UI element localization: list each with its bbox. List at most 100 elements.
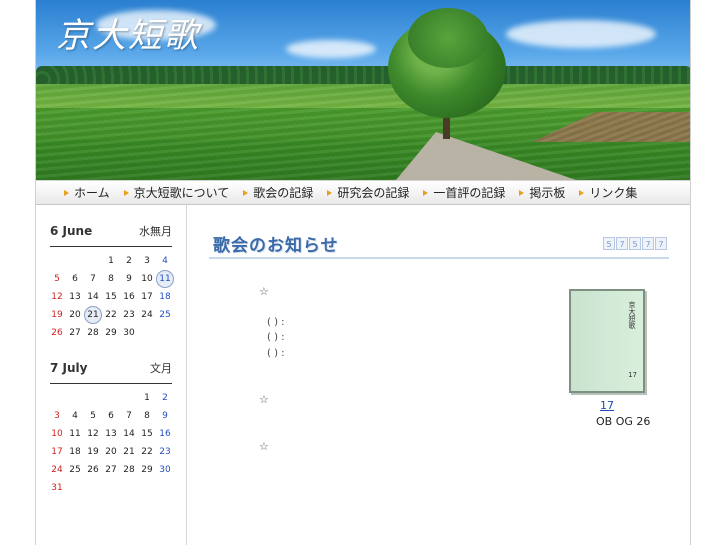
calendar-day[interactable]: 22 — [102, 306, 120, 324]
journal-cover-image[interactable]: 京大短歌 17 — [569, 289, 645, 393]
nav-item-study-records[interactable]: 研究会の記録 — [327, 184, 409, 201]
calendar-day[interactable]: 20 — [66, 306, 84, 324]
nav-item-home[interactable]: ホーム — [64, 184, 110, 201]
calendar-day[interactable]: 20 — [102, 443, 120, 461]
calendar-day[interactable]: 12 — [84, 425, 102, 443]
calendar-day[interactable]: 15 — [138, 425, 156, 443]
cloud — [506, 20, 656, 48]
nav-item-bbs[interactable]: 掲示板 — [519, 184, 565, 201]
calendar-day[interactable]: 14 — [84, 288, 102, 306]
calendar-day[interactable]: 22 — [138, 443, 156, 461]
month-name: 7 July — [50, 361, 88, 375]
calendar-day[interactable]: 10 — [138, 270, 156, 288]
calendar-day[interactable]: 28 — [84, 324, 102, 342]
nav-item-label: 研究会の記録 — [337, 186, 410, 200]
calendar-day[interactable]: 1 — [102, 252, 120, 270]
calendar-day[interactable]: 29 — [138, 461, 156, 479]
calendar-day[interactable]: 7 — [120, 407, 138, 425]
calendar-day[interactable]: 15 — [102, 288, 120, 306]
nav-item-utakai-records[interactable]: 歌会の記録 — [243, 184, 313, 201]
calendar-day[interactable]: 25 — [66, 461, 84, 479]
calendar-empty-cell — [138, 479, 156, 497]
nav-item-label: リンク集 — [589, 186, 638, 200]
deco-digit: 5 — [603, 237, 615, 250]
calendar-day[interactable]: 4 — [66, 407, 84, 425]
calendar-day[interactable]: 6 — [66, 270, 84, 288]
calendar-header: 6 June 水無月 — [50, 205, 172, 247]
info-line: ( ) : — [267, 348, 285, 359]
calendar-day[interactable]: 5 — [84, 407, 102, 425]
nav-item-about[interactable]: 京大短歌について — [123, 184, 230, 201]
calendar-day[interactable]: 24 — [138, 306, 156, 324]
calendar-day[interactable]: 18 — [156, 288, 174, 306]
calendar-empty-cell — [66, 389, 84, 407]
calendar-empty-cell — [156, 324, 174, 342]
calendar-empty-cell — [84, 389, 102, 407]
calendar-day[interactable]: 9 — [156, 407, 174, 425]
calendar-day[interactable]: 18 — [66, 443, 84, 461]
calendar-day[interactable]: 4 — [156, 252, 174, 270]
arrow-right-icon — [123, 189, 129, 196]
page-title-bar: 歌会のお知らせ 5 7 5 7 7 — [209, 227, 669, 259]
journal-issue-number: 17 — [628, 371, 637, 379]
nav-item-links[interactable]: リンク集 — [579, 184, 637, 201]
arrow-right-icon — [519, 189, 525, 196]
calendar-day[interactable]: 26 — [48, 324, 66, 342]
calendar-day[interactable]: 17 — [138, 288, 156, 306]
calendar-day[interactable]: 3 — [48, 407, 66, 425]
calendar-day[interactable]: 13 — [102, 425, 120, 443]
calendar-day[interactable]: 13 — [66, 288, 84, 306]
calendar-day[interactable]: 27 — [102, 461, 120, 479]
main-nav: ホーム 京大短歌について 歌会の記録 研究会の記録 一首評の記録 掲示板 リンク… — [36, 180, 690, 205]
calendar-day[interactable]: 14 — [120, 425, 138, 443]
calendar-day[interactable]: 10 — [48, 425, 66, 443]
calendar-day[interactable]: 11 — [156, 270, 174, 288]
calendar-june: 6 June 水無月 1 2 3 4 5 6 7 8 9 10 11 12 13 14 15 16 17 18 19… — [36, 205, 186, 342]
calendar-day[interactable]: 6 — [102, 407, 120, 425]
calendar-day[interactable]: 21 — [84, 306, 102, 324]
cloud — [286, 40, 376, 58]
calendar-day[interactable]: 23 — [156, 443, 174, 461]
calendar-day[interactable]: 28 — [120, 461, 138, 479]
calendar-day[interactable]: 25 — [156, 306, 174, 324]
calendar-day[interactable]: 19 — [84, 443, 102, 461]
calendar-day[interactable]: 9 — [120, 270, 138, 288]
calendar-day[interactable]: 2 — [120, 252, 138, 270]
site-logo[interactable]: 京大短歌 — [56, 8, 200, 57]
calendar-day[interactable]: 5 — [48, 270, 66, 288]
journal-link[interactable]: 17 — [600, 399, 614, 412]
calendar-day[interactable]: 8 — [102, 270, 120, 288]
arrow-right-icon — [64, 189, 69, 196]
nav-item-review-records[interactable]: 一首評の記録 — [423, 184, 505, 201]
arrow-right-icon — [243, 189, 249, 196]
calendar-day[interactable]: 11 — [66, 425, 84, 443]
calendar-day[interactable]: 2 — [156, 389, 174, 407]
calendar-day[interactable]: 16 — [156, 425, 174, 443]
calendar-day[interactable]: 23 — [120, 306, 138, 324]
calendar-day[interactable]: 8 — [138, 407, 156, 425]
calendar-day[interactable]: 27 — [66, 324, 84, 342]
calendar-day[interactable]: 31 — [48, 479, 66, 497]
calendar-empty-cell — [102, 389, 120, 407]
calendar-day[interactable]: 12 — [48, 288, 66, 306]
calendar-day[interactable]: 26 — [84, 461, 102, 479]
calendar-day[interactable]: 7 — [84, 270, 102, 288]
calendar-day[interactable]: 1 — [138, 389, 156, 407]
calendar-day[interactable]: 16 — [120, 288, 138, 306]
calendar-day[interactable]: 30 — [156, 461, 174, 479]
calendar-day[interactable]: 29 — [102, 324, 120, 342]
tree-crown — [408, 8, 488, 68]
calendar-empty-cell — [120, 479, 138, 497]
calendar-day[interactable]: 24 — [48, 461, 66, 479]
arrow-right-icon — [579, 189, 585, 196]
calendar-day[interactable]: 19 — [48, 306, 66, 324]
calendar-day[interactable]: 17 — [48, 443, 66, 461]
calendar-day[interactable]: 30 — [120, 324, 138, 342]
nav-item-label: 掲示板 — [529, 186, 566, 200]
calendar-empty-cell — [66, 479, 84, 497]
calendar-day[interactable]: 21 — [120, 443, 138, 461]
nav-item-label: 京大短歌について — [133, 186, 230, 200]
calendar-day[interactable]: 3 — [138, 252, 156, 270]
month-name: 6 June — [50, 224, 93, 238]
decorative-digits: 5 7 5 7 7 — [603, 237, 667, 250]
